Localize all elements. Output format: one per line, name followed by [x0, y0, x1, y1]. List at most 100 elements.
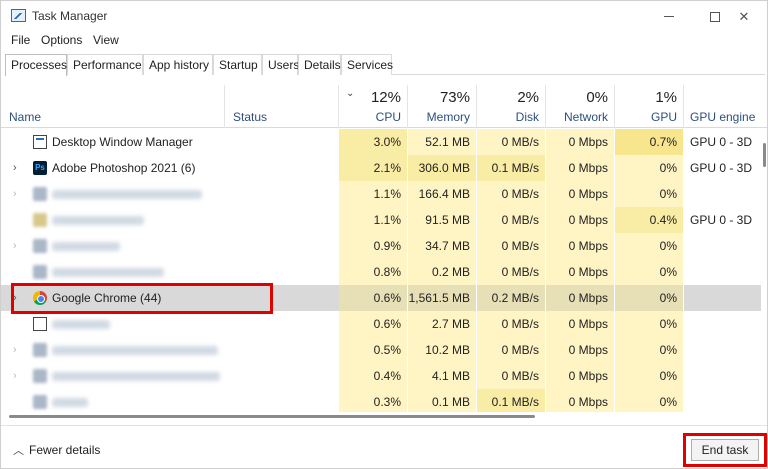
cell-gpu: 0.7%: [615, 129, 684, 155]
tab-app-history[interactable]: App history: [143, 54, 213, 75]
table-row[interactable]: › 0.5% 10.2 MB 0 MB/s 0 Mbps 0%: [1, 337, 761, 363]
blurred-process-icon: [33, 265, 47, 279]
table-row[interactable]: 0.8% 0.2 MB 0 MB/s 0 Mbps 0%: [1, 259, 761, 285]
cell-gpu: 0.4%: [615, 207, 684, 233]
cell-cpu: 3.0%: [339, 129, 408, 155]
column-label-name: Name: [9, 110, 42, 124]
network-total: 0%: [586, 89, 608, 106]
cell-disk: 0 MB/s: [477, 181, 546, 207]
menu-view[interactable]: View: [93, 33, 119, 47]
cell-cpu: 0.4%: [339, 363, 408, 389]
process-name: Desktop Window Manager: [52, 135, 193, 149]
expand-chevron-icon[interactable]: ›: [13, 155, 17, 181]
cell-gpu: 0%: [615, 337, 684, 363]
table-row[interactable]: 1.1% 91.5 MB 0 MB/s 0 Mbps 0.4% GPU 0 - …: [1, 207, 761, 233]
cell-disk: 0 MB/s: [477, 233, 546, 259]
cell-memory: 34.7 MB: [408, 233, 477, 259]
task-manager-window: Task Manager ✕ File Options View Process…: [0, 0, 768, 469]
cell-gpu: 0%: [615, 155, 684, 181]
column-label-memory: Memory: [426, 110, 470, 124]
menu-options[interactable]: Options: [41, 33, 82, 47]
blurred-process-icon: [33, 187, 47, 201]
blurred-process-icon: [33, 343, 47, 357]
cell-network: 0 Mbps: [546, 181, 615, 207]
end-task-button[interactable]: End task: [691, 439, 759, 461]
cell-cpu: 0.5%: [339, 337, 408, 363]
column-label-gpu: GPU: [650, 110, 677, 124]
cell-gpu: 0%: [615, 259, 684, 285]
cell-disk: 0 MB/s: [477, 311, 546, 337]
horizontal-scroll-thumb[interactable]: [9, 415, 535, 418]
expand-chevron-icon[interactable]: ›: [13, 285, 17, 311]
cell-memory: 10.2 MB: [408, 337, 477, 363]
column-header-status[interactable]: Status: [225, 85, 339, 128]
blurred-process-icon: [33, 213, 47, 227]
process-name: Google Chrome (44): [52, 291, 162, 305]
tab-processes[interactable]: Processes: [5, 54, 67, 76]
fewer-details-label: Fewer details: [29, 443, 101, 457]
cell-memory: 166.4 MB: [408, 181, 477, 207]
table-row[interactable]: Desktop Window Manager 3.0% 52.1 MB 0 MB…: [1, 129, 761, 155]
cell-gpu-engine: GPU 0 - 3D: [690, 213, 753, 227]
table-row[interactable]: 0.3% 0.1 MB 0.1 MB/s 0 Mbps 0%: [1, 389, 761, 412]
column-header-gpu[interactable]: 1% GPU: [615, 85, 684, 128]
expand-chevron-icon[interactable]: ›: [13, 337, 17, 363]
cell-gpu-engine: GPU 0 - 3D: [690, 135, 753, 149]
column-label-cpu: CPU: [375, 110, 401, 124]
blurred-process-name: [52, 398, 88, 407]
close-button[interactable]: ✕: [721, 1, 767, 32]
table-row[interactable]: › 0.4% 4.1 MB 0 MB/s 0 Mbps 0%: [1, 363, 761, 389]
column-header-network[interactable]: 0% Network: [546, 85, 615, 128]
column-header-cpu[interactable]: ⌄ 12% CPU: [339, 85, 408, 128]
blurred-process-name: [52, 346, 218, 355]
cell-network: 0 Mbps: [546, 233, 615, 259]
minimize-icon: [664, 16, 674, 17]
cell-cpu: 2.1%: [339, 155, 408, 181]
cell-disk: 0.1 MB/s: [477, 155, 546, 181]
table-row[interactable]: › 0.9% 34.7 MB 0 MB/s 0 Mbps 0%: [1, 233, 761, 259]
cell-cpu: 0.8%: [339, 259, 408, 285]
tab-services[interactable]: Services: [341, 54, 393, 75]
column-header-memory[interactable]: 73% Memory: [408, 85, 477, 128]
column-label-status: Status: [233, 110, 268, 124]
vertical-scroll-thumb[interactable]: [763, 143, 766, 167]
cell-cpu: 0.9%: [339, 233, 408, 259]
disk-total: 2%: [517, 89, 539, 106]
minimize-button[interactable]: [646, 1, 692, 32]
table-row-google-chrome[interactable]: › Google Chrome (44) 0.6% 1,561.5 MB 0.2…: [1, 285, 761, 311]
expand-chevron-icon[interactable]: ›: [13, 233, 17, 259]
footer-bar: ︿ Fewer details End task: [1, 425, 767, 469]
cell-network: 0 Mbps: [546, 155, 615, 181]
gpu-total: 1%: [655, 89, 677, 106]
cell-memory: 4.1 MB: [408, 363, 477, 389]
tab-performance[interactable]: Performance: [67, 54, 143, 75]
tab-details[interactable]: Details: [298, 54, 341, 75]
cell-cpu: 1.1%: [339, 181, 408, 207]
table-row[interactable]: › Ps Adobe Photoshop 2021 (6) 2.1% 306.0…: [1, 155, 761, 181]
close-icon: ✕: [738, 8, 750, 24]
expand-chevron-icon[interactable]: ›: [13, 363, 17, 389]
blurred-process-icon: [33, 395, 47, 409]
menu-file[interactable]: File: [11, 33, 30, 47]
cell-memory: 91.5 MB: [408, 207, 477, 233]
tab-startup[interactable]: Startup: [213, 54, 262, 75]
cell-network: 0 Mbps: [546, 389, 615, 412]
vertical-scrollbar[interactable]: [761, 129, 767, 412]
blurred-process-name: [52, 216, 144, 225]
expand-chevron-icon[interactable]: ›: [13, 181, 17, 207]
cell-network: 0 Mbps: [546, 337, 615, 363]
column-header-disk[interactable]: 2% Disk: [477, 85, 546, 128]
cell-network: 0 Mbps: [546, 259, 615, 285]
column-header-name[interactable]: Name: [1, 85, 225, 128]
table-row[interactable]: › 1.1% 166.4 MB 0 MB/s 0 Mbps 0%: [1, 181, 761, 207]
table-row[interactable]: 0.6% 2.7 MB 0 MB/s 0 Mbps 0%: [1, 311, 761, 337]
cell-memory: 2.7 MB: [408, 311, 477, 337]
sort-chevron-icon: ⌄: [346, 88, 355, 99]
column-label-gpu-engine: GPU engine: [690, 110, 756, 124]
chrome-icon: [33, 291, 47, 305]
column-header-gpu-engine[interactable]: GPU engine: [684, 85, 767, 128]
memory-total: 73%: [439, 89, 470, 106]
horizontal-scrollbar[interactable]: [1, 412, 761, 421]
fewer-details-button[interactable]: ︿ Fewer details: [13, 442, 100, 458]
tab-users[interactable]: Users: [262, 54, 299, 75]
